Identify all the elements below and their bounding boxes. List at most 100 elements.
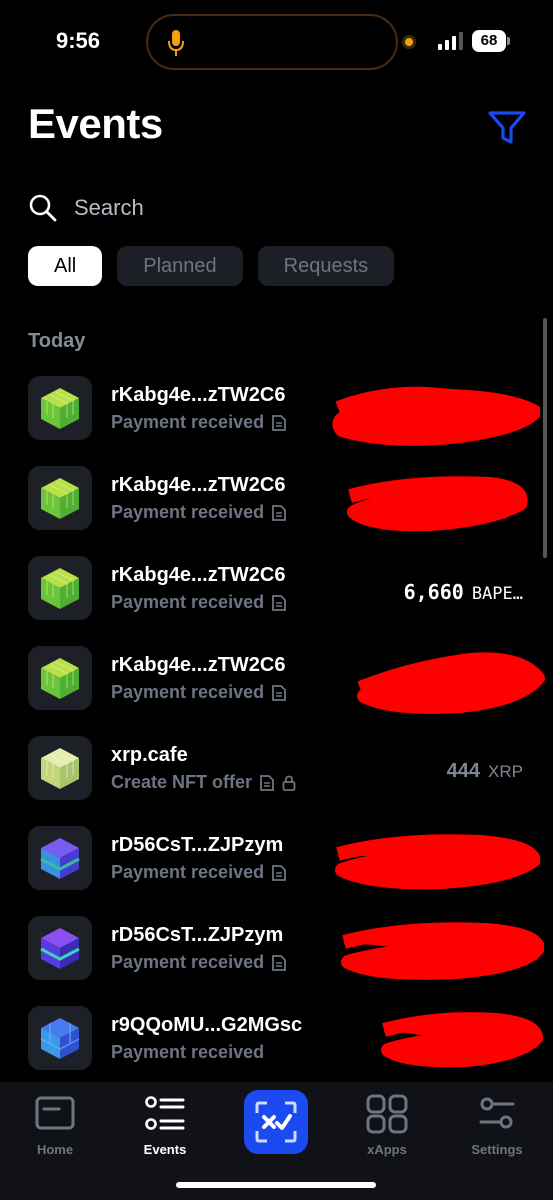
event-subtitle: Payment received <box>111 412 286 433</box>
document-icon <box>272 684 286 701</box>
cube-icon <box>41 478 79 519</box>
home-indicator[interactable] <box>176 1182 376 1188</box>
document-icon <box>272 504 286 521</box>
chip-planned[interactable]: Planned <box>117 246 243 286</box>
redaction-scribble <box>357 652 545 714</box>
tab-settings[interactable]: Settings <box>452 1094 542 1157</box>
document-icon <box>272 414 286 431</box>
event-title: rKabg4e...zTW2C6 <box>111 654 286 676</box>
event-amount: 444 XRP <box>447 760 523 783</box>
tab-events[interactable]: Events <box>120 1094 210 1157</box>
cube-icon <box>41 568 79 609</box>
search-bar[interactable] <box>28 186 508 230</box>
list-item[interactable]: rD56CsT...ZJPzym Payment received <box>0 900 553 990</box>
document-icon <box>272 594 286 611</box>
cube-icon <box>40 838 80 879</box>
cube-icon <box>41 748 79 789</box>
wallet-icon <box>35 1096 75 1130</box>
sliders-icon <box>479 1097 515 1129</box>
microphone-icon <box>168 30 184 56</box>
list-item[interactable]: rD56CsT...ZJPzym Payment received <box>0 810 553 900</box>
event-type: Payment received <box>111 1042 265 1062</box>
list-item[interactable]: rKabg4e...zTW2C6 Payment received 6,660 B… <box>0 540 553 630</box>
chip-all[interactable]: All <box>28 246 103 286</box>
event-type: Payment received <box>111 952 265 972</box>
event-type: Payment received <box>111 412 265 432</box>
cube-icon <box>41 388 79 429</box>
apps-grid-icon <box>366 1094 408 1134</box>
event-type: Payment received <box>111 502 265 522</box>
amount-currency: BAPE… <box>471 584 523 604</box>
cube-icon <box>40 1018 80 1059</box>
event-type: Payment received <box>111 682 265 702</box>
list-item[interactable]: rKabg4e...zTW2C6 Payment received <box>0 630 553 720</box>
event-title: rKabg4e...zTW2C6 <box>111 474 286 496</box>
redaction-scribble <box>335 834 540 890</box>
event-type: Payment received <box>111 862 265 882</box>
dynamic-island <box>146 14 398 70</box>
redaction-scribble <box>341 922 544 980</box>
privacy-indicator-dot <box>402 35 416 49</box>
avatar <box>28 916 92 980</box>
event-subtitle: Payment received <box>111 592 286 613</box>
lock-icon <box>282 775 296 791</box>
avatar <box>28 826 92 890</box>
event-title: rD56CsT...ZJPzym <box>111 834 284 856</box>
event-type: Create NFT offer <box>111 772 253 792</box>
avatar <box>28 736 92 800</box>
avatar <box>28 646 92 710</box>
amount-value: 6,660 <box>403 580 464 604</box>
list-item[interactable]: xrp.cafe Create NFT offer 444 XRP <box>0 720 553 810</box>
event-subtitle: Payment received <box>111 502 286 523</box>
amount-value: 444 <box>446 760 481 782</box>
event-title: rKabg4e...zTW2C6 <box>111 564 286 586</box>
event-amount: 6,660 BAPE… <box>404 580 523 604</box>
xumm-scan-icon <box>255 1101 297 1143</box>
tab-bar: Home Events xApps Settings <box>0 1082 553 1200</box>
avatar <box>28 466 92 530</box>
event-subtitle: Payment received <box>111 952 286 973</box>
clock: 9:56 <box>56 28 101 53</box>
avatar <box>28 376 92 440</box>
redaction-scribble <box>332 386 540 446</box>
avatar <box>28 556 92 620</box>
chip-requests[interactable]: Requests <box>257 246 395 286</box>
cellular-signal-icon <box>438 32 463 50</box>
battery-nub <box>507 37 510 45</box>
amount-currency: XRP <box>488 762 523 781</box>
tab-xapps[interactable]: xApps <box>342 1094 432 1157</box>
list-icon <box>145 1096 185 1130</box>
event-title: r9QQoMU...G2MGsc <box>111 1014 303 1036</box>
filter-icon[interactable] <box>487 110 527 146</box>
tab-home[interactable]: Home <box>10 1094 100 1157</box>
search-input[interactable] <box>74 195 474 221</box>
document-icon <box>272 864 286 881</box>
scan-button[interactable] <box>244 1090 308 1154</box>
battery-icon: 68 <box>472 30 506 52</box>
redaction-scribble <box>347 476 528 532</box>
event-type: Payment received <box>111 592 265 612</box>
list-item[interactable]: rKabg4e...zTW2C6 Payment received <box>0 360 553 450</box>
search-icon <box>29 194 57 222</box>
section-header: Today <box>28 330 86 352</box>
tab-label: Settings <box>471 1142 523 1157</box>
event-title: xrp.cafe <box>111 744 188 766</box>
event-subtitle: Payment received <box>111 1042 264 1063</box>
list-item[interactable]: rKabg4e...zTW2C6 Payment received <box>0 450 553 540</box>
redaction-scribble <box>381 1012 543 1068</box>
event-subtitle: Payment received <box>111 862 286 883</box>
cube-icon <box>40 928 80 969</box>
list-item[interactable]: r9QQoMU...G2MGsc Payment received <box>0 990 553 1080</box>
event-subtitle: Payment received <box>111 682 286 703</box>
tab-label: Events <box>143 1142 187 1157</box>
event-title: rKabg4e...zTW2C6 <box>111 384 286 406</box>
event-title: rD56CsT...ZJPzym <box>111 924 284 946</box>
page-title: Events <box>28 100 163 147</box>
event-subtitle: Create NFT offer <box>111 772 296 793</box>
document-icon <box>272 954 286 971</box>
status-bar: 9:56 68 <box>0 0 553 84</box>
filter-chips: All Planned Requests <box>28 246 395 286</box>
document-icon <box>260 774 274 791</box>
tab-label: xApps <box>367 1142 407 1157</box>
cube-icon <box>41 658 79 699</box>
